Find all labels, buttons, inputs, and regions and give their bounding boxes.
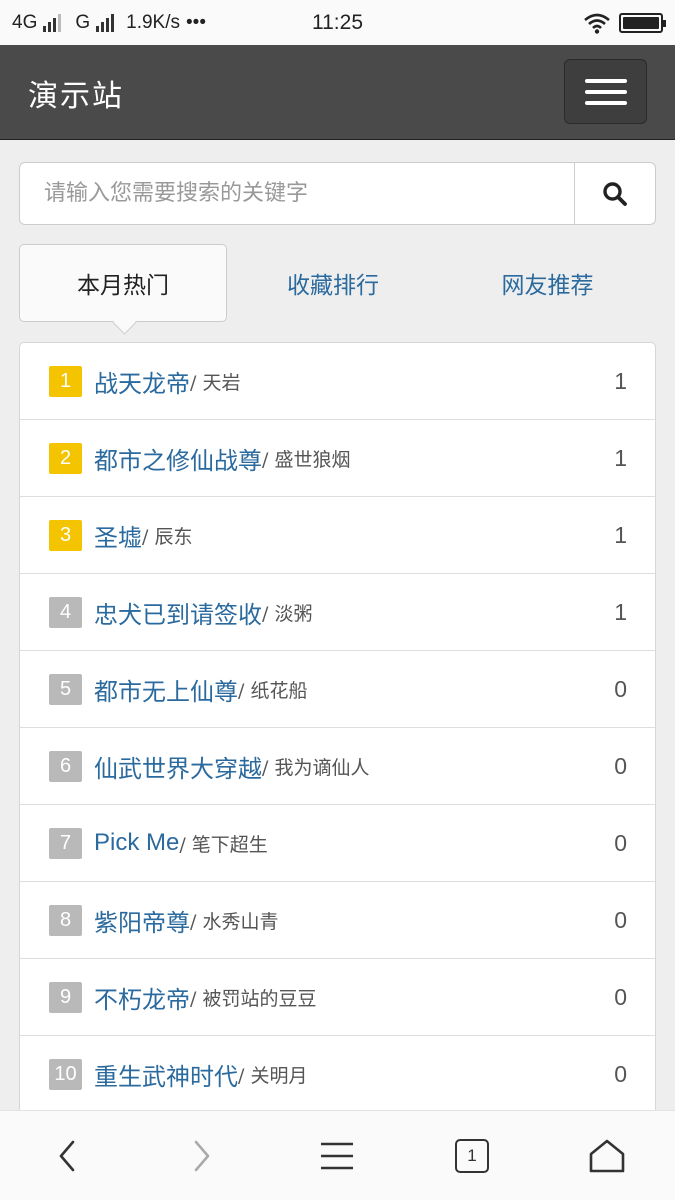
browser-menu-button[interactable] [292,1111,382,1200]
list-item: 3 圣墟 / 辰东 1 [20,497,655,574]
book-title-link[interactable]: 忠犬已到请签收 [94,595,262,630]
list-item: 8 紫阳帝尊 / 水秀山青 0 [20,882,655,959]
forward-button[interactable] [157,1111,247,1200]
rank-badge: 2 [49,442,82,474]
rank-badge: 10 [49,1058,82,1090]
rank-badge: 6 [49,750,82,782]
search-input[interactable] [20,163,574,224]
book-author: / 辰东 [142,525,193,548]
site-brand[interactable]: 演示站 [28,71,124,115]
book-title-link[interactable]: Pick Me [94,829,179,857]
book-author: / 被罚站的豆豆 [190,987,317,1010]
search-bar [19,162,656,225]
book-author: / 关明月 [238,1064,308,1087]
network-speed: 1.9K/s [126,11,181,33]
hamburger-icon [584,78,627,83]
list-item: 1 战天龙帝 / 天岩 1 [20,343,655,420]
book-title-link[interactable]: 紫阳帝尊 [94,903,190,938]
ranking-tabs: 本月热门 收藏排行 网友推荐 [19,244,656,322]
rank-badge: 4 [49,596,82,628]
list-item: 2 都市之修仙战尊 / 盛世狼烟 1 [20,420,655,497]
book-count: 0 [614,829,627,856]
signal-icon [43,13,62,32]
book-author: / 纸花船 [238,679,308,702]
network-label-4g: 4G [12,11,38,33]
back-button[interactable] [22,1111,112,1200]
book-author: / 我为谪仙人 [262,756,370,779]
list-item: 7 Pick Me / 笔下超生 0 [20,805,655,882]
book-title-link[interactable]: 不朽龙帝 [94,980,190,1015]
tabs-icon: 1 [455,1139,489,1173]
book-author: / 淡粥 [262,602,313,625]
status-left: 4G G 1.9K/s ••• [12,12,583,34]
ranking-list: 1 战天龙帝 / 天岩 1 2 都市之修仙战尊 / 盛世狼烟 1 3 圣墟 / … [19,342,656,1122]
list-item: 4 忠犬已到请签收 / 淡粥 1 [20,574,655,651]
list-item: 9 不朽龙帝 / 被罚站的豆豆 0 [20,959,655,1036]
back-icon [59,1140,75,1172]
book-title-link[interactable]: 重生武神时代 [94,1057,238,1092]
rank-badge: 9 [49,981,82,1013]
book-count: 1 [614,444,627,471]
book-count: 0 [614,906,627,933]
book-count: 1 [614,367,627,394]
network-label-g: G [75,11,91,33]
home-button[interactable] [562,1111,652,1200]
book-title-link[interactable]: 都市无上仙尊 [94,672,238,707]
list-item: 10 重生武神时代 / 关明月 0 [20,1036,655,1113]
status-bar: 4G G 1.9K/s ••• 11:25 [0,0,675,45]
tab-user-recommend[interactable]: 网友推荐 [439,244,656,322]
wifi-icon [584,13,610,34]
book-count: 1 [614,598,627,625]
hamburger-menu-button[interactable] [564,59,647,124]
book-author: / 盛世狼烟 [262,448,351,471]
book-count: 0 [614,983,627,1010]
list-item: 5 都市无上仙尊 / 纸花船 0 [20,651,655,728]
book-title-link[interactable]: 圣墟 [94,518,142,553]
rank-badge: 1 [49,365,82,397]
rank-badge: 5 [49,673,82,705]
search-button[interactable] [574,163,655,224]
book-count: 0 [614,1060,627,1087]
tab-monthly-hot[interactable]: 本月热门 [19,244,227,322]
forward-icon [194,1140,210,1172]
menu-icon [321,1142,353,1170]
home-icon [589,1139,625,1173]
book-author: / 水秀山青 [190,910,279,933]
signal-icon [96,13,115,32]
book-count: 0 [614,752,627,779]
search-icon [603,181,627,206]
book-title-link[interactable]: 战天龙帝 [94,364,190,399]
site-header: 演示站 [0,45,675,140]
tab-favorites-rank[interactable]: 收藏排行 [227,244,439,322]
book-title-link[interactable]: 都市之修仙战尊 [94,441,262,476]
rank-badge: 7 [49,827,82,859]
book-title-link[interactable]: 仙武世界大穿越 [94,749,262,784]
rank-badge: 8 [49,904,82,936]
book-count: 0 [614,675,627,702]
book-author: / 天岩 [190,371,241,394]
battery-icon [619,12,666,33]
browser-bottom-nav: 1 [0,1110,675,1200]
book-author: / 笔下超生 [179,833,268,856]
rank-badge: 3 [49,519,82,551]
book-count: 1 [614,521,627,548]
list-item: 6 仙武世界大穿越 / 我为谪仙人 0 [20,728,655,805]
tabs-button[interactable]: 1 [427,1111,517,1200]
more-indicator: ••• [186,11,206,33]
status-right [583,12,666,34]
